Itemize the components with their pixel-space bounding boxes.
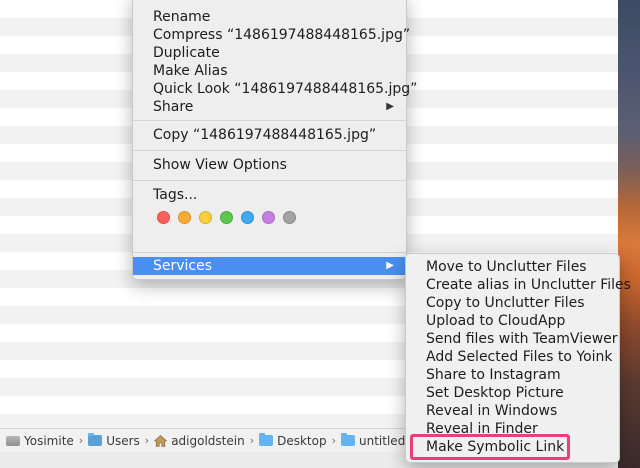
service-share-instagram[interactable]: Share to Instagram: [406, 366, 619, 384]
tag-blue[interactable]: [241, 211, 254, 224]
menu-item-services[interactable]: Services ▶: [133, 257, 406, 275]
tag-red[interactable]: [157, 211, 170, 224]
path-separator: ›: [249, 434, 255, 447]
service-copy-to-unclutter[interactable]: Copy to Unclutter Files: [406, 294, 619, 312]
tag-green[interactable]: [220, 211, 233, 224]
menu-item-duplicate[interactable]: Duplicate: [133, 44, 406, 62]
service-add-to-yoink[interactable]: Add Selected Files to Yoink: [406, 348, 619, 366]
tag-purple[interactable]: [262, 211, 275, 224]
menu-item-quick-look[interactable]: Quick Look “1486197488448165.jpg”: [133, 80, 417, 98]
tag-color-row: [157, 211, 296, 224]
tag-yellow[interactable]: [199, 211, 212, 224]
menu-item-compress[interactable]: Compress “1486197488448165.jpg”: [133, 26, 410, 44]
menu-item-make-alias[interactable]: Make Alias: [133, 62, 406, 80]
path-separator: ›: [78, 434, 84, 447]
service-move-to-unclutter[interactable]: Move to Unclutter Files: [406, 258, 619, 276]
menu-divider: [133, 120, 406, 121]
tag-orange[interactable]: [178, 211, 191, 224]
services-submenu: Move to Unclutter Files Create alias in …: [405, 253, 631, 463]
submenu-arrow-icon: ▶: [386, 260, 394, 271]
hard-disk-icon: [6, 435, 20, 446]
menu-item-tags[interactable]: Tags...: [133, 186, 406, 204]
path-label: Desktop: [277, 433, 327, 448]
home-icon: [154, 434, 168, 447]
context-menu: Rename Compress “1486197488448165.jpg” D…: [132, 0, 417, 280]
folder-icon: [88, 433, 103, 446]
path-label: Users: [106, 433, 140, 448]
menu-divider: [133, 150, 406, 151]
submenu-arrow-icon: ▶: [386, 101, 394, 112]
menu-item-share[interactable]: Share ▶: [133, 98, 406, 116]
tag-gray[interactable]: [283, 211, 296, 224]
menu-item-copy[interactable]: Copy “1486197488448165.jpg”: [133, 126, 406, 144]
menu-item-label: Share: [153, 99, 194, 115]
menu-divider: [133, 180, 406, 181]
path-segment-users[interactable]: Users: [88, 433, 140, 448]
service-upload-cloudapp[interactable]: Upload to CloudApp: [406, 312, 619, 330]
highlight-callout-box: [410, 434, 570, 460]
path-segment-home[interactable]: adigoldstein: [154, 434, 245, 448]
path-separator: ›: [144, 434, 150, 447]
path-label: adigoldstein: [171, 433, 245, 448]
service-create-alias-unclutter[interactable]: Create alias in Unclutter Files: [406, 276, 631, 294]
path-label: Yosimite: [24, 433, 74, 448]
service-reveal-in-windows[interactable]: Reveal in Windows: [406, 402, 619, 420]
menu-item-show-view-options[interactable]: Show View Options: [133, 156, 406, 174]
service-set-desktop-picture[interactable]: Set Desktop Picture: [406, 384, 619, 402]
path-segment-desktop[interactable]: Desktop: [259, 433, 327, 448]
menu-item-rename[interactable]: Rename: [133, 8, 406, 26]
menu-item-label: Services: [153, 258, 213, 274]
path-segment-volume[interactable]: Yosimite: [6, 434, 74, 448]
menu-divider: [133, 252, 406, 253]
path-separator: ›: [331, 434, 337, 447]
service-send-teamviewer[interactable]: Send files with TeamViewer: [406, 330, 619, 348]
folder-icon: [341, 433, 356, 446]
desktop-wallpaper: [618, 0, 640, 468]
folder-icon: [259, 433, 274, 446]
